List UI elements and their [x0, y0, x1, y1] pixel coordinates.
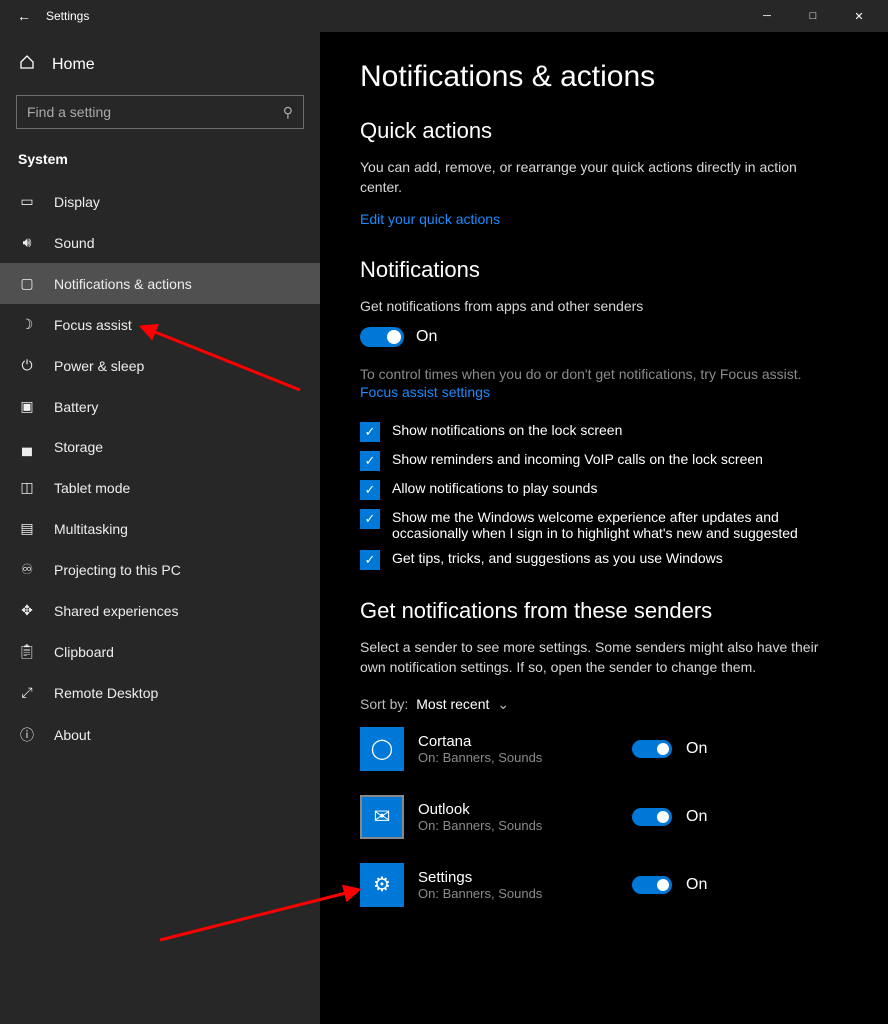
- content-pane: Notifications & actions Quick actions Yo…: [320, 32, 888, 1024]
- titlebar: ← Settings ─ □ ✕: [0, 0, 888, 32]
- nav-tablet-mode[interactable]: ◫Tablet mode: [0, 467, 320, 508]
- back-button[interactable]: ←: [6, 8, 42, 24]
- notifications-toggle-state: On: [416, 328, 437, 346]
- nav-about[interactable]: ⓘAbout: [0, 713, 320, 757]
- nav-power-sleep[interactable]: ⏻Power & sleep: [0, 345, 320, 386]
- clipboard-icon: 📋︎: [18, 643, 36, 660]
- quick-actions-section: Quick actions You can add, remove, or re…: [360, 118, 848, 229]
- page-title: Notifications & actions: [360, 60, 848, 94]
- notifications-icon: ▢: [18, 275, 36, 292]
- battery-icon: ▣: [18, 398, 36, 415]
- search-icon: ⚲: [283, 104, 293, 121]
- check-welcome-experience[interactable]: ✓Show me the Windows welcome experience …: [360, 509, 830, 541]
- cortana-icon: ◯: [360, 727, 404, 771]
- chevron-down-icon: ⌄: [497, 696, 509, 713]
- tablet-icon: ◫: [18, 479, 36, 496]
- close-button[interactable]: ✕: [836, 0, 882, 32]
- nav-clipboard[interactable]: 📋︎Clipboard: [0, 631, 320, 672]
- search-placeholder: Find a setting: [27, 104, 111, 120]
- checkbox-icon: ✓: [360, 422, 380, 442]
- info-icon: ⓘ: [18, 725, 36, 745]
- check-reminders-voip[interactable]: ✓Show reminders and incoming VoIP calls …: [360, 451, 830, 471]
- nav-shared-experiences[interactable]: ✥Shared experiences: [0, 590, 320, 631]
- outlook-icon: ✉: [360, 795, 404, 839]
- edit-quick-actions-link[interactable]: Edit your quick actions: [360, 211, 500, 227]
- notifications-toggle[interactable]: [360, 327, 404, 347]
- storage-icon: ▄: [18, 439, 36, 455]
- checkbox-icon: ✓: [360, 480, 380, 500]
- checkbox-icon: ✓: [360, 550, 380, 570]
- sound-icon: 🔊︎: [18, 234, 36, 251]
- maximize-button[interactable]: □: [790, 0, 836, 32]
- nav-battery[interactable]: ▣Battery: [0, 386, 320, 427]
- sender-cortana-toggle[interactable]: [632, 740, 672, 758]
- settings-icon: ⚙: [360, 863, 404, 907]
- sender-cortana[interactable]: ◯ Cortana On: Banners, Sounds On: [360, 727, 848, 771]
- nav-focus-assist[interactable]: ☽Focus assist: [0, 304, 320, 345]
- focus-hint: To control times when you do or don't ge…: [360, 365, 830, 385]
- notifications-main-label: Get notifications from apps and other se…: [360, 297, 830, 317]
- power-icon: ⏻: [18, 357, 36, 374]
- notifications-heading: Notifications: [360, 257, 848, 283]
- check-tips-tricks[interactable]: ✓Get tips, tricks, and suggestions as yo…: [360, 550, 830, 570]
- notifications-section: Notifications Get notifications from app…: [360, 257, 848, 570]
- multitask-icon: ▤: [18, 520, 36, 537]
- nav-notifications[interactable]: ▢Notifications & actions: [0, 263, 320, 304]
- nav-storage[interactable]: ▄Storage: [0, 427, 320, 467]
- check-play-sounds[interactable]: ✓Allow notifications to play sounds: [360, 480, 830, 500]
- quick-actions-heading: Quick actions: [360, 118, 848, 144]
- sender-settings-toggle[interactable]: [632, 876, 672, 894]
- share-icon: ✥: [18, 602, 36, 619]
- sender-outlook-toggle[interactable]: [632, 808, 672, 826]
- senders-section: Get notifications from these senders Sel…: [360, 598, 848, 906]
- senders-heading: Get notifications from these senders: [360, 598, 848, 624]
- nav-remote-desktop[interactable]: ⤢Remote Desktop: [0, 672, 320, 713]
- sender-settings[interactable]: ⚙ Settings On: Banners, Sounds On: [360, 863, 848, 907]
- section-header: System: [0, 145, 320, 181]
- project-icon: ♾: [18, 561, 36, 578]
- quick-actions-desc: You can add, remove, or rearrange your q…: [360, 158, 830, 197]
- display-icon: ▭: [18, 193, 36, 210]
- check-lock-screen[interactable]: ✓Show notifications on the lock screen: [360, 422, 830, 442]
- focus-assist-link[interactable]: Focus assist settings: [360, 384, 490, 400]
- nav-sound[interactable]: 🔊︎Sound: [0, 222, 320, 263]
- minimize-button[interactable]: ─: [744, 0, 790, 32]
- nav-display[interactable]: ▭Display: [0, 181, 320, 222]
- senders-desc: Select a sender to see more settings. So…: [360, 638, 830, 677]
- search-input[interactable]: Find a setting ⚲: [16, 95, 304, 129]
- remote-icon: ⤢: [18, 684, 36, 701]
- home-icon: [18, 54, 36, 75]
- nav-projecting[interactable]: ♾Projecting to this PC: [0, 549, 320, 590]
- nav-home[interactable]: Home: [0, 42, 320, 87]
- sidebar: Home Find a setting ⚲ System ▭Display 🔊︎…: [0, 32, 320, 1024]
- window-title: Settings: [46, 9, 89, 23]
- checkbox-icon: ✓: [360, 451, 380, 471]
- nav-home-label: Home: [52, 56, 95, 74]
- moon-icon: ☽: [18, 316, 36, 333]
- sender-outlook[interactable]: ✉ Outlook On: Banners, Sounds On: [360, 795, 848, 839]
- nav-multitasking[interactable]: ▤Multitasking: [0, 508, 320, 549]
- sort-by[interactable]: Sort by: Most recent ⌄: [360, 696, 848, 713]
- checkbox-icon: ✓: [360, 509, 380, 529]
